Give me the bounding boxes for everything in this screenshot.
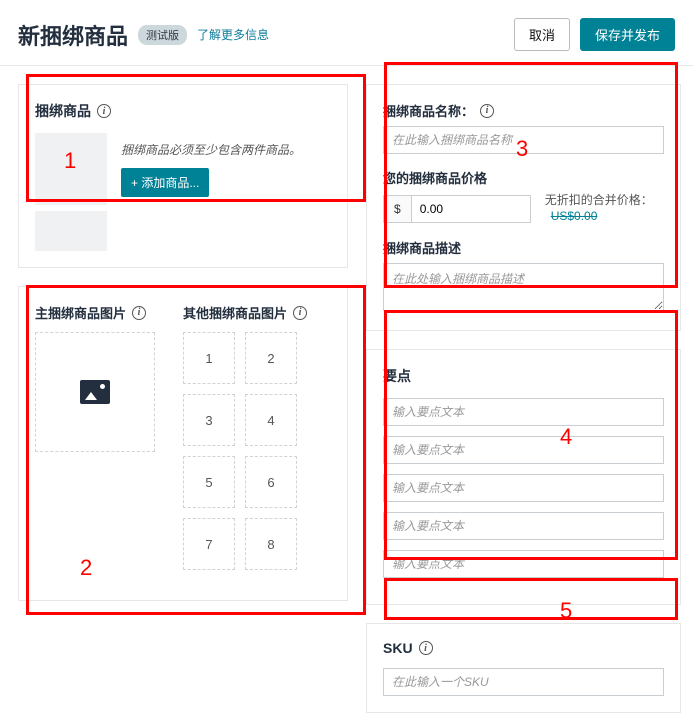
bundle-name-input[interactable]: [383, 126, 664, 154]
bundle-requirement-message: 捆绑商品必须至少包含两件商品。: [121, 141, 301, 158]
bundle-images-card: 主捆绑商品图片 i 其他捆绑商品图片 i 12345678: [18, 286, 348, 601]
other-image-slot[interactable]: 1: [183, 332, 235, 384]
other-image-slot[interactable]: 7: [183, 518, 235, 570]
main-image-heading: 主捆绑商品图片: [35, 303, 126, 322]
other-image-slot[interactable]: 3: [183, 394, 235, 446]
cancel-button[interactable]: 取消: [514, 18, 570, 51]
beta-badge: 测试版: [138, 25, 187, 45]
bullet-input[interactable]: [383, 550, 664, 578]
other-image-slot[interactable]: 4: [245, 394, 297, 446]
bullet-input[interactable]: [383, 474, 664, 502]
product-thumbnail-placeholder: [35, 211, 107, 251]
currency-symbol: $: [383, 195, 411, 223]
bullet-input[interactable]: [383, 398, 664, 426]
page-title: 新捆绑商品: [18, 19, 128, 51]
other-images-heading: 其他捆绑商品图片: [183, 303, 287, 322]
price-label: 您的捆绑商品价格: [383, 168, 487, 187]
bullet-input[interactable]: [383, 512, 664, 540]
image-placeholder-icon: [80, 380, 110, 404]
name-label: 捆绑商品名称：: [383, 101, 474, 120]
price-input[interactable]: [411, 195, 531, 223]
sku-card: SKU i: [366, 623, 681, 713]
description-label: 捆绑商品描述: [383, 238, 461, 257]
info-icon[interactable]: i: [97, 104, 111, 118]
info-icon[interactable]: i: [132, 306, 146, 320]
other-image-slot[interactable]: 6: [245, 456, 297, 508]
other-image-slot[interactable]: 5: [183, 456, 235, 508]
combined-price-value: US$0.00: [551, 209, 598, 223]
bullet-input[interactable]: [383, 436, 664, 464]
other-image-slot[interactable]: 2: [245, 332, 297, 384]
sku-heading: SKU: [383, 640, 413, 656]
combined-price-label: 无折扣的合并价格：: [545, 193, 653, 207]
save-publish-button[interactable]: 保存并发布: [580, 18, 675, 51]
product-thumbnail-placeholder: [35, 133, 107, 205]
learn-more-link[interactable]: 了解更多信息: [197, 26, 269, 43]
info-icon[interactable]: i: [293, 306, 307, 320]
bullets-heading: 要点: [383, 366, 411, 386]
info-icon[interactable]: i: [419, 641, 433, 655]
other-image-slot[interactable]: 8: [245, 518, 297, 570]
bundle-products-heading: 捆绑商品: [35, 101, 91, 121]
sku-input[interactable]: [383, 668, 664, 696]
main-image-slot[interactable]: [35, 332, 155, 452]
add-product-button[interactable]: + 添加商品...: [121, 168, 209, 197]
info-icon[interactable]: i: [480, 104, 494, 118]
description-textarea[interactable]: [383, 263, 664, 311]
bundle-details-card: 捆绑商品名称： i 您的捆绑商品价格 $ 无折扣的合并价格： US$0.00: [366, 84, 681, 331]
bundle-products-card: 捆绑商品 i 捆绑商品必须至少包含两件商品。 + 添加商品...: [18, 84, 348, 268]
bullets-card: 要点: [366, 349, 681, 605]
